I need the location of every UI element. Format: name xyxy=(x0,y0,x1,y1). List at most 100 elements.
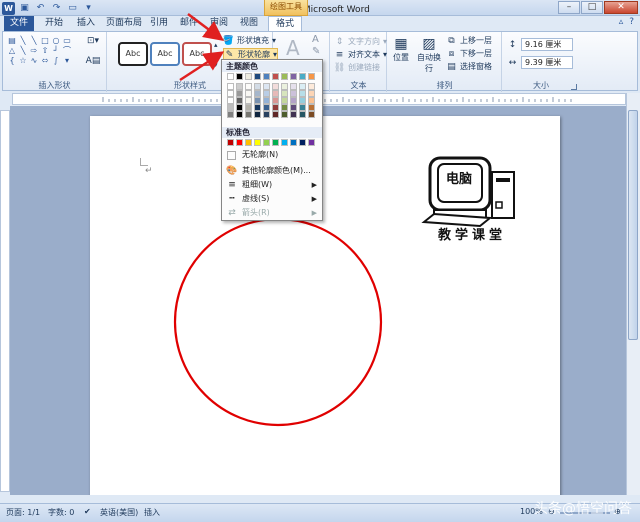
color-swatch[interactable] xyxy=(308,97,315,104)
color-swatch[interactable] xyxy=(299,90,306,97)
color-swatch[interactable] xyxy=(299,83,306,90)
color-swatch[interactable] xyxy=(254,73,261,80)
position-button[interactable]: ▦ 位置 xyxy=(391,36,411,63)
color-swatch[interactable] xyxy=(263,73,270,80)
color-swatch[interactable] xyxy=(263,111,270,118)
line-icon[interactable]: ╲ xyxy=(29,36,39,45)
tab-view[interactable]: 视图 xyxy=(236,16,262,31)
insert-mode-status[interactable]: 插入 xyxy=(144,507,160,518)
help-icon[interactable]: ? xyxy=(629,17,634,27)
color-swatch[interactable] xyxy=(272,97,279,104)
color-swatch[interactable] xyxy=(227,97,234,104)
standard-color-swatch[interactable] xyxy=(263,139,270,146)
style-sample-black[interactable]: Abc xyxy=(118,42,148,66)
curve-icon[interactable]: ∫ xyxy=(51,56,61,65)
size-launcher-icon[interactable] xyxy=(571,84,577,90)
bring-forward-button[interactable]: ⧉ 上移一层 xyxy=(446,34,492,47)
color-swatch[interactable] xyxy=(290,111,297,118)
color-swatch[interactable] xyxy=(308,104,315,111)
color-swatch[interactable] xyxy=(308,73,315,80)
vertical-ruler[interactable] xyxy=(0,110,10,492)
brace-icon[interactable]: { xyxy=(7,56,17,65)
color-swatch[interactable] xyxy=(281,97,288,104)
standard-color-swatch[interactable] xyxy=(272,139,279,146)
tab-home[interactable]: 开始 xyxy=(40,16,68,31)
style-sample-red[interactable]: Abc xyxy=(182,42,212,66)
color-swatch[interactable] xyxy=(236,97,243,104)
no-outline-item[interactable]: 无轮廓(N) xyxy=(222,148,322,162)
oval-icon[interactable]: ○ xyxy=(51,36,61,45)
elbow-icon[interactable]: ┘ xyxy=(51,46,61,55)
more-colors-item[interactable]: 🎨 其他轮廓颜色(M)... xyxy=(222,164,322,178)
triangle-icon[interactable]: △ xyxy=(7,46,17,55)
proofing-icon[interactable]: ✔ xyxy=(84,507,91,516)
edit-shape-icon[interactable]: ⊡▾ xyxy=(83,36,103,58)
rect-icon[interactable]: ▭ xyxy=(62,36,72,45)
color-swatch[interactable] xyxy=(245,90,252,97)
color-swatch[interactable] xyxy=(263,90,270,97)
color-swatch[interactable] xyxy=(299,104,306,111)
color-swatch[interactable] xyxy=(290,90,297,97)
arrow-up-icon[interactable]: ⇧ xyxy=(40,46,50,55)
line-icon[interactable]: ╲ xyxy=(18,46,28,55)
standard-color-swatch[interactable] xyxy=(236,139,243,146)
color-swatch[interactable] xyxy=(245,83,252,90)
maximize-button[interactable]: □ xyxy=(581,1,603,14)
star-icon[interactable]: ☆ xyxy=(18,56,28,65)
color-swatch[interactable] xyxy=(290,97,297,104)
dashes-item[interactable]: ┅ 虚线(S) ▶ xyxy=(222,192,322,206)
standard-color-swatch[interactable] xyxy=(245,139,252,146)
color-swatch[interactable] xyxy=(245,104,252,111)
color-swatch[interactable] xyxy=(254,90,261,97)
document-page[interactable]: ↵ 电脑 教学课堂 xyxy=(90,116,560,495)
color-swatch[interactable] xyxy=(245,73,252,80)
color-swatch[interactable] xyxy=(281,83,288,90)
color-swatch[interactable] xyxy=(227,73,234,80)
arrow-right-icon[interactable]: ⇨ xyxy=(29,46,39,55)
color-swatch[interactable] xyxy=(245,111,252,118)
color-swatch[interactable] xyxy=(299,97,306,104)
standard-color-swatch[interactable] xyxy=(308,139,315,146)
color-swatch[interactable] xyxy=(236,73,243,80)
tab-format[interactable]: 格式 xyxy=(268,16,302,31)
language-status[interactable]: 英语(美国) xyxy=(100,507,138,518)
color-swatch[interactable] xyxy=(281,90,288,97)
style-gallery-scroll[interactable]: ▴ ▾ ▾ xyxy=(214,40,220,70)
wave-icon[interactable]: ∿ xyxy=(29,56,39,65)
word-count[interactable]: 字数: 0 xyxy=(48,507,74,518)
weight-item[interactable]: ≡ 粗细(W) ▶ xyxy=(222,178,322,192)
scrollbar-thumb[interactable] xyxy=(628,110,638,340)
color-swatch[interactable] xyxy=(236,83,243,90)
color-swatch[interactable] xyxy=(263,97,270,104)
draw-textbox-icon[interactable]: A▤ xyxy=(83,56,103,66)
tab-page-layout[interactable]: 页面布局 xyxy=(104,16,144,31)
color-swatch[interactable] xyxy=(272,73,279,80)
color-swatch[interactable] xyxy=(308,90,315,97)
height-input[interactable]: 9.16 厘米 xyxy=(521,38,573,51)
color-swatch[interactable] xyxy=(227,111,234,118)
tab-file[interactable]: 文件 xyxy=(4,16,34,31)
tab-insert[interactable]: 插入 xyxy=(72,16,100,31)
tab-mailings[interactable]: 邮件 xyxy=(176,16,202,31)
rectangle-icon[interactable]: □ xyxy=(40,36,50,45)
wrap-text-button[interactable]: ▨ 自动换行 xyxy=(414,36,444,74)
standard-color-swatch[interactable] xyxy=(281,139,288,146)
arrows-item[interactable]: ⇄ 箭头(R) ▶ xyxy=(222,206,322,220)
arrow-icon[interactable]: ⬄ xyxy=(40,56,50,65)
close-button[interactable]: ✕ xyxy=(604,1,638,14)
color-swatch[interactable] xyxy=(299,111,306,118)
ribbon-minimize-icon[interactable]: ▵ xyxy=(619,17,624,27)
selection-pane-button[interactable]: ▤ 选择窗格 xyxy=(446,60,492,73)
circle-shape[interactable] xyxy=(172,216,384,428)
color-swatch[interactable] xyxy=(245,97,252,104)
width-input[interactable]: 9.39 厘米 xyxy=(521,56,573,69)
style-sample-blue[interactable]: Abc xyxy=(150,42,180,66)
color-swatch[interactable] xyxy=(308,83,315,90)
ruler-corner[interactable] xyxy=(0,93,12,105)
color-swatch[interactable] xyxy=(254,104,261,111)
textbox-icon[interactable]: ▤ xyxy=(7,36,17,45)
tab-review[interactable]: 审阅 xyxy=(206,16,232,31)
text-direction-button[interactable]: ⇕ 文字方向 ▾ xyxy=(334,35,387,48)
color-swatch[interactable] xyxy=(281,104,288,111)
color-swatch[interactable] xyxy=(290,83,297,90)
